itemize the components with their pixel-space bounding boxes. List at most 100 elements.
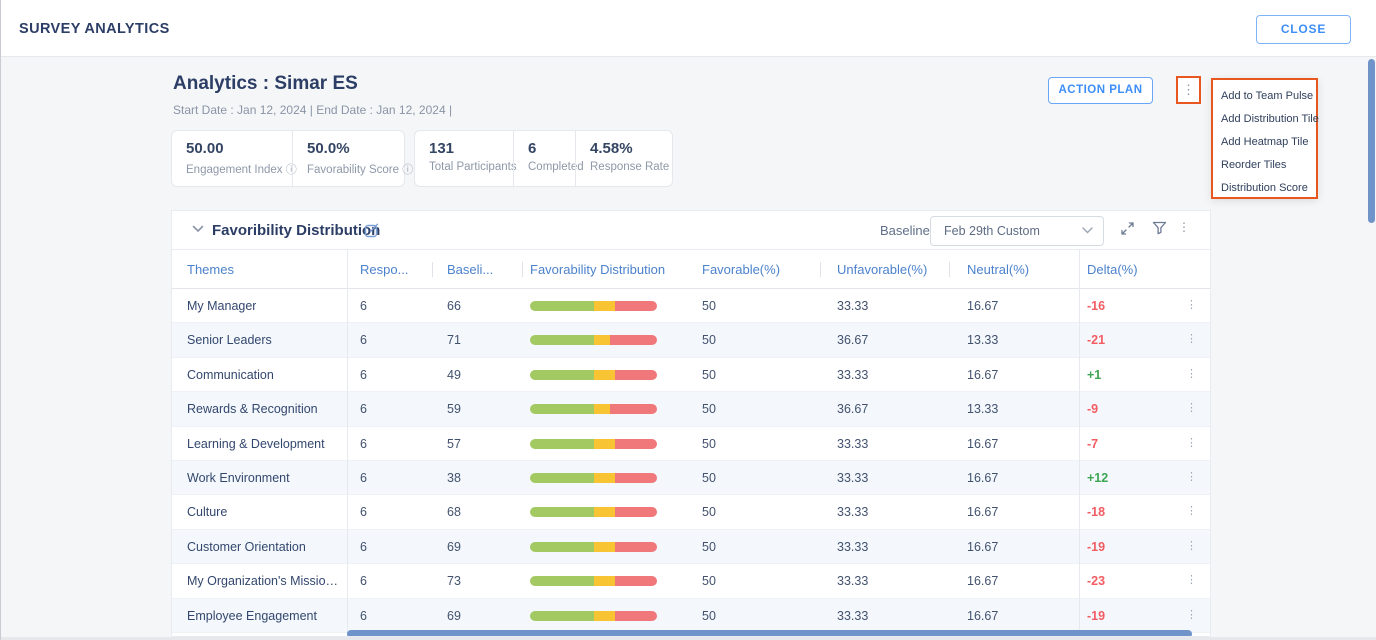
survey-analytics-page: SURVEY ANALYTICS CLOSE Analytics : Simar… <box>0 0 1376 640</box>
delta-cell: -16 <box>1087 299 1106 313</box>
theme-cell: Employee Engagement <box>187 608 317 623</box>
menu-item[interactable]: Add Heatmap Tile <box>1213 131 1316 154</box>
baseline-cell: 38 <box>447 471 461 485</box>
unfavorable-cell: 33.33 <box>837 505 869 520</box>
bar-segment <box>610 335 657 346</box>
baseline-cell: 69 <box>447 608 461 623</box>
bar-segment <box>593 610 615 621</box>
responses-cell: 6 <box>360 539 367 554</box>
favorable-cell: 50 <box>702 505 716 520</box>
responses-cell: 6 <box>360 608 367 623</box>
neutral-cell: 16.67 <box>967 299 999 313</box>
header-kebab-menu-icon[interactable]: ⋮ <box>1176 76 1201 104</box>
favorable-cell: 50 <box>702 436 716 451</box>
row-kebab-icon[interactable]: ⋮ <box>1186 401 1197 414</box>
theme-cell: Culture <box>187 505 228 520</box>
column-divider <box>347 250 348 636</box>
stat-label: Total Participants <box>429 161 517 173</box>
row-kebab-icon[interactable]: ⋮ <box>1186 470 1197 483</box>
row-kebab-icon[interactable]: ⋮ <box>1186 573 1197 586</box>
bar-segment <box>530 438 594 449</box>
engagement-stats-card: 50.00 Engagement Index ⓘ 50.0% Favorability… <box>171 130 413 187</box>
favoribility-distribution-panel: Favoribility Distribution Baseline Feb 2… <box>171 210 1211 637</box>
responses-cell: 6 <box>360 574 367 589</box>
info-icon[interactable]: ⓘ <box>402 164 413 176</box>
favorable-cell: 50 <box>702 574 716 589</box>
favorable-cell: 50 <box>702 608 716 623</box>
favorable-cell: 50 <box>702 539 716 554</box>
theme-cell: Customer Orientation <box>187 539 306 554</box>
bar-segment <box>593 473 615 483</box>
stat-label: Response Rate <box>590 161 670 173</box>
bar-segment <box>530 576 594 587</box>
delta-cell: -19 <box>1087 608 1106 623</box>
bar-segment <box>614 541 657 552</box>
delta-cell: -7 <box>1087 436 1099 451</box>
responses-cell: 6 <box>360 436 367 451</box>
menu-item[interactable]: Add Distribution Tile <box>1213 108 1319 131</box>
responses-cell: 6 <box>360 299 367 313</box>
horizontal-scrollbar[interactable] <box>347 630 1192 636</box>
neutral-cell: 16.67 <box>967 505 999 520</box>
favorability-bar <box>530 541 657 552</box>
action-plan-button[interactable]: ACTION PLAN <box>1048 77 1153 104</box>
top-bar: SURVEY ANALYTICS CLOSE <box>1 0 1376 57</box>
delta-cell: -19 <box>1087 539 1106 554</box>
neutral-cell: 16.67 <box>967 471 999 485</box>
stat-label: Engagement Index ⓘ <box>186 164 297 176</box>
bar-segment <box>593 507 615 518</box>
favorability-bar <box>530 507 657 518</box>
stat-value: 6 <box>528 140 537 157</box>
neutral-cell: 16.67 <box>967 436 999 451</box>
bar-segment <box>530 541 594 552</box>
close-button[interactable]: CLOSE <box>1256 15 1351 44</box>
row-kebab-icon[interactable]: ⋮ <box>1186 608 1197 621</box>
table-row: Customer Orientation 6 69 50 33.33 16.67 -19 ⋮ <box>172 529 1210 565</box>
neutral-cell: 16.67 <box>967 539 999 554</box>
responses-cell: 6 <box>360 505 367 520</box>
bar-segment <box>530 335 594 346</box>
bar-segment <box>614 610 657 621</box>
delta-cell: +12 <box>1087 471 1109 485</box>
theme-cell: My Organization's Mission, Va... <box>187 574 342 589</box>
table-row: Work Environment 6 38 50 33.33 16.67 +12 ⋮ <box>172 461 1210 496</box>
stat-cell: 131 Total Participants <box>415 131 517 186</box>
baseline-cell: 68 <box>447 505 461 520</box>
table-row: Learning & Development 6 57 50 33.33 16.67 -7 ⋮ <box>172 426 1210 461</box>
bar-segment <box>614 576 657 587</box>
menu-item[interactable]: Reorder Tiles <box>1213 154 1316 177</box>
favorable-cell: 50 <box>702 367 716 382</box>
responses-cell: 6 <box>360 402 367 417</box>
stat-value: 50.0% <box>307 140 350 157</box>
row-kebab-icon[interactable]: ⋮ <box>1186 367 1197 380</box>
row-kebab-icon[interactable]: ⋮ <box>1186 504 1197 517</box>
page-title: Analytics : Simar ES <box>173 73 358 94</box>
bar-segment <box>530 473 594 483</box>
participation-stats-card: 131 Total Participants 6 Completed 4.58% Resp… <box>414 130 673 187</box>
theme-cell: Communication <box>187 367 274 382</box>
favorable-cell: 50 <box>702 471 716 485</box>
stat-cell: 6 Completed <box>513 131 584 186</box>
bar-segment <box>593 438 615 449</box>
menu-item[interactable]: Distribution Score <box>1213 177 1316 200</box>
baseline-cell: 59 <box>447 402 461 417</box>
bar-segment <box>610 404 657 415</box>
row-kebab-icon[interactable]: ⋮ <box>1186 436 1197 449</box>
theme-cell: Rewards & Recognition <box>187 402 318 417</box>
unfavorable-cell: 33.33 <box>837 436 869 451</box>
row-kebab-icon[interactable]: ⋮ <box>1186 298 1197 311</box>
table-row: Rewards & Recognition 6 59 50 36.67 13.33 -9 ⋮ <box>172 392 1210 427</box>
row-kebab-icon[interactable]: ⋮ <box>1186 539 1197 552</box>
bar-segment <box>614 301 657 311</box>
menu-item[interactable]: Add to Team Pulse <box>1213 85 1316 108</box>
unfavorable-cell: 33.33 <box>837 299 869 313</box>
survey-dates: Start Date : Jan 12, 2024 | End Date : J… <box>173 103 453 117</box>
table-row: Senior Leaders 6 71 50 36.67 13.33 -21 ⋮ <box>172 323 1210 358</box>
bar-segment <box>593 301 615 311</box>
table-row: Employee Engagement 6 69 50 33.33 16.67 -19 ⋮ <box>172 598 1210 633</box>
baseline-cell: 71 <box>447 333 461 348</box>
row-kebab-icon[interactable]: ⋮ <box>1186 332 1197 345</box>
responses-cell: 6 <box>360 367 367 382</box>
vertical-scrollbar[interactable] <box>1368 59 1375 223</box>
delta-cell: -9 <box>1087 402 1099 417</box>
